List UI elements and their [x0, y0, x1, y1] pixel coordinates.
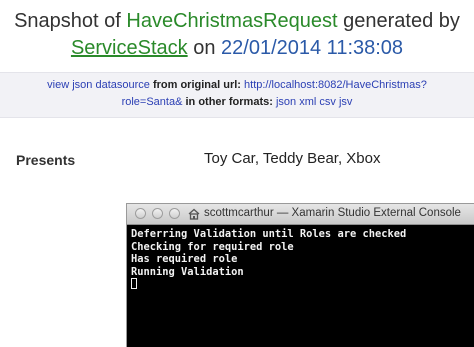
- close-icon[interactable]: [135, 208, 146, 219]
- snapshot-header: Snapshot of HaveChristmasRequest generat…: [0, 0, 474, 72]
- console-window[interactable]: scottmcarthur — Xamarin Studio External …: [126, 203, 474, 347]
- title-prefix: Snapshot of: [14, 10, 121, 32]
- console-prompt-line: [131, 278, 471, 291]
- text-cursor: [131, 278, 137, 289]
- title-line-1: Snapshot of HaveChristmasRequest generat…: [0, 10, 474, 33]
- generated-datetime: 22/01/2014 11:38:08: [221, 37, 404, 59]
- meta-line-1: view json datasource from original url: …: [0, 79, 474, 91]
- request-name: HaveChristmasRequest: [126, 10, 338, 32]
- console-titlebar[interactable]: scottmcarthur — Xamarin Studio External …: [127, 204, 474, 225]
- format-json-link[interactable]: json: [276, 96, 296, 108]
- title-on: on: [193, 37, 216, 59]
- console-line: Running Validation: [131, 265, 244, 278]
- console-line: Has required role: [131, 253, 238, 265]
- console-line: Checking for required role: [131, 240, 294, 253]
- minimize-icon[interactable]: [152, 208, 163, 219]
- original-url-link-cont[interactable]: role=Santa&: [122, 96, 183, 108]
- format-csv-link[interactable]: csv: [319, 96, 336, 108]
- title-generated-by: generated by: [343, 10, 460, 32]
- presents-label: Presents: [16, 152, 76, 168]
- console-line: Deferring Validation until Roles are che…: [131, 228, 407, 240]
- zoom-icon[interactable]: [169, 208, 180, 219]
- other-formats-label: in other formats:: [185, 96, 273, 108]
- datasource-info: view json datasource from original url: …: [0, 72, 474, 118]
- presents-value: Toy Car, Teddy Bear, Xbox: [204, 150, 381, 167]
- format-xml-link[interactable]: xml: [299, 96, 316, 108]
- meta-line-2: role=Santa& in other formats: json xml c…: [0, 96, 474, 108]
- servicestack-link[interactable]: ServiceStack: [71, 37, 188, 59]
- home-folder-icon: [188, 208, 200, 220]
- original-url-link[interactable]: http://localhost:8082/HaveChristmas?: [244, 79, 427, 91]
- title-line-2: ServiceStack on 22/01/2014 11:38:08: [0, 37, 474, 60]
- from-original-label: from original url:: [152, 79, 241, 91]
- console-title: scottmcarthur — Xamarin Studio External …: [204, 207, 461, 219]
- format-jsv-link[interactable]: jsv: [339, 96, 352, 108]
- console-output[interactable]: Deferring Validation until Roles are che…: [131, 228, 471, 291]
- view-json-link[interactable]: view json datasource: [47, 79, 150, 91]
